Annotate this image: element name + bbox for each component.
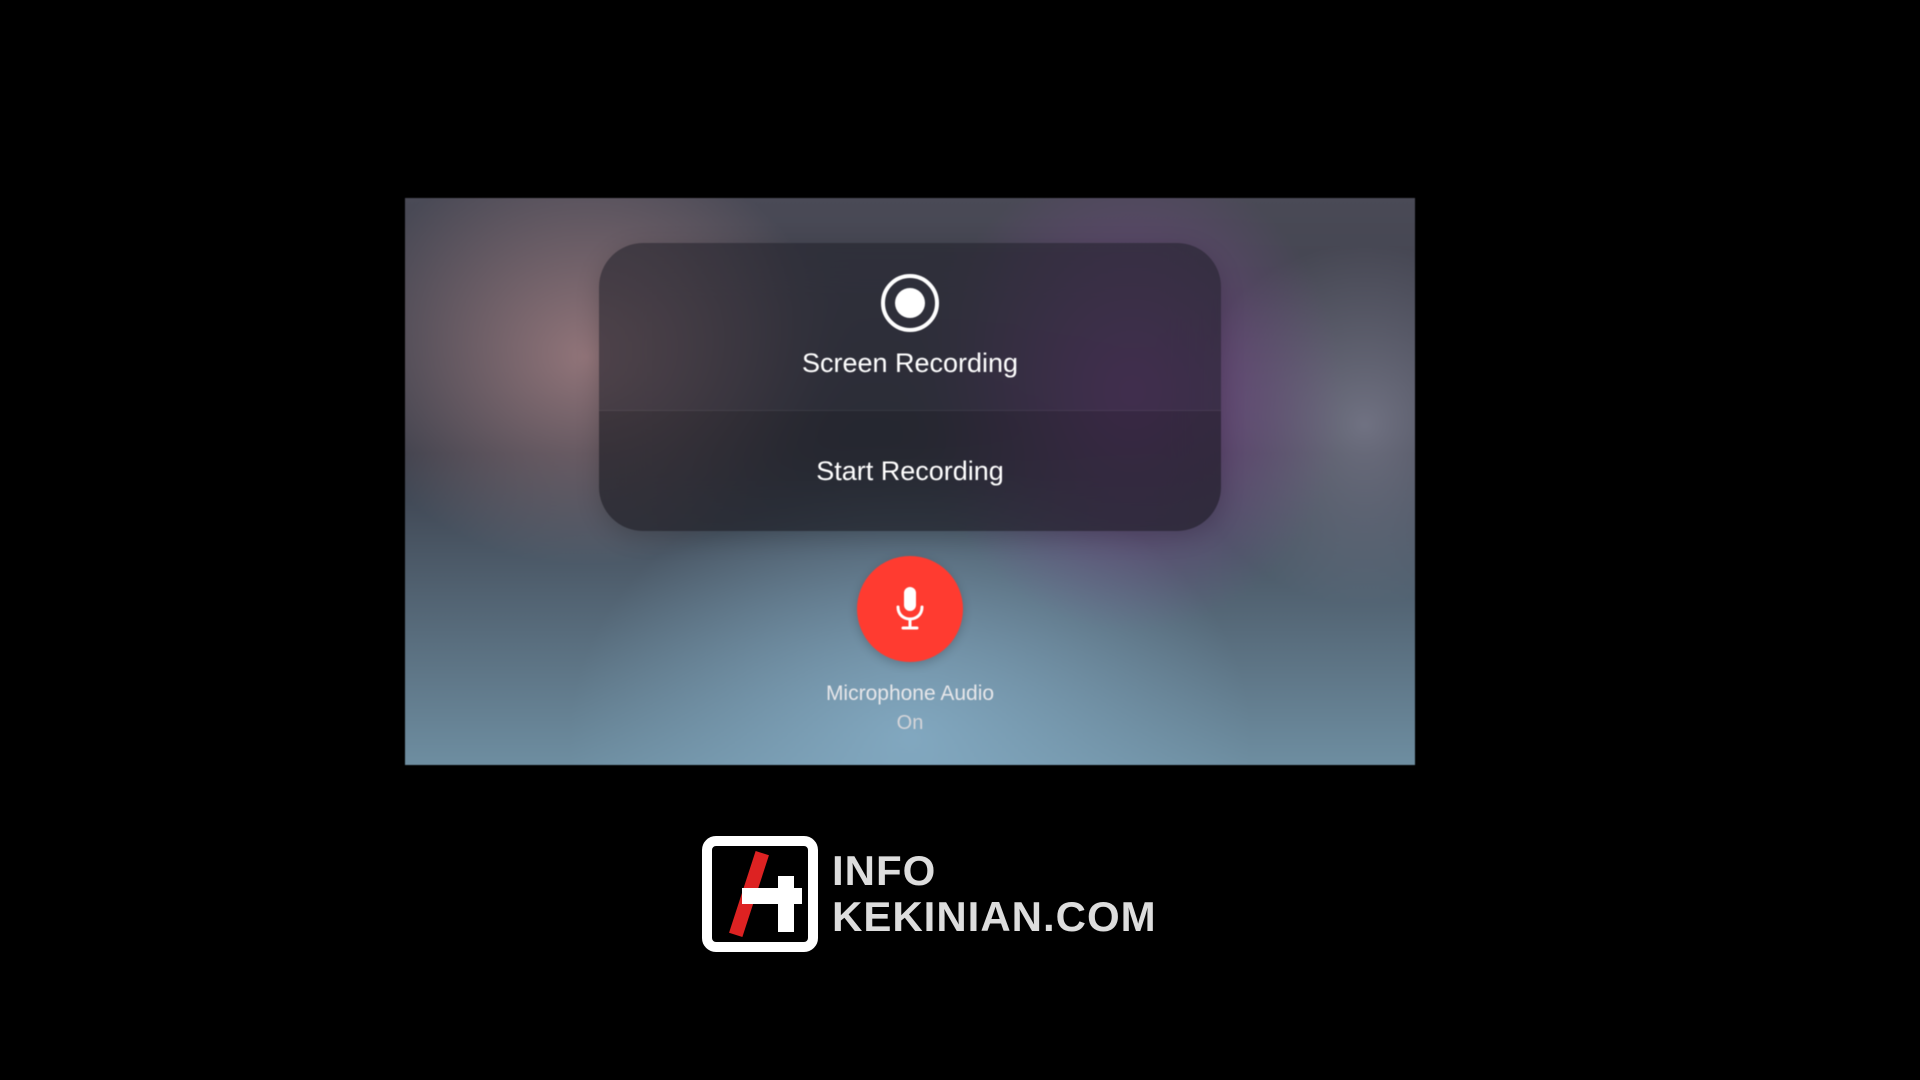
watermark-text: INFO KEKINIAN.COM — [832, 850, 1157, 938]
card-header: Screen Recording — [599, 243, 1221, 411]
start-recording-label: Start Recording — [816, 456, 1004, 487]
screen-recording-card: Screen Recording Start Recording — [599, 243, 1221, 531]
screen-recording-title: Screen Recording — [802, 348, 1018, 379]
record-dot-icon — [895, 288, 925, 318]
microphone-section: Microphone Audio On — [405, 556, 1415, 735]
watermark-vbar-icon — [778, 876, 794, 932]
microphone-icon — [890, 585, 930, 633]
watermark-icon — [702, 836, 818, 952]
watermark-logo: INFO KEKINIAN.COM — [702, 836, 1218, 952]
microphone-label: Microphone Audio — [826, 682, 994, 706]
watermark-line2: KEKINIAN.COM — [832, 896, 1157, 938]
control-center-background: Screen Recording Start Recording Microph… — [405, 198, 1415, 765]
microphone-toggle-button[interactable] — [857, 556, 963, 662]
microphone-status: On — [897, 712, 924, 735]
record-icon — [881, 274, 939, 332]
start-recording-button[interactable]: Start Recording — [599, 411, 1221, 531]
watermark-line1: INFO — [832, 850, 1157, 892]
